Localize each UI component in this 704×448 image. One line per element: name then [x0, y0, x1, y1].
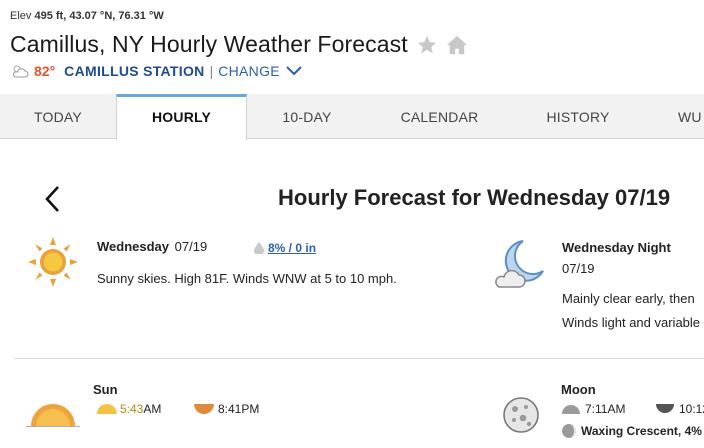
change-station-button[interactable]: CHANGE [218, 63, 302, 79]
tab-wu[interactable]: WU [678, 94, 704, 139]
sunset-icon [194, 404, 214, 414]
forecast-tabs: TODAY HOURLY 10-DAY CALENDAR HISTORY WU [0, 94, 704, 140]
sunrise-time: 5:43 [120, 402, 144, 416]
moonrise: 7:11AM [561, 402, 625, 416]
partly-cloudy-icon [10, 63, 30, 79]
favorite-star-icon[interactable] [416, 34, 438, 56]
moonset-time: 10:12 [679, 402, 704, 416]
sunrise-icon [97, 404, 117, 414]
home-icon[interactable] [446, 35, 468, 55]
sunny-icon [27, 236, 79, 293]
day-date: 07/19 [174, 239, 208, 254]
tab-10-day[interactable]: 10-DAY [247, 94, 367, 139]
station-name[interactable]: CAMILLUS STATION [64, 63, 204, 79]
tab-history[interactable]: HISTORY [512, 94, 644, 139]
moon-label: Moon [561, 382, 596, 397]
tab-calendar[interactable]: CALENDAR [367, 94, 512, 139]
night-description-line1: Mainly clear early, then [562, 291, 695, 306]
moonrise-icon [562, 405, 580, 414]
night-clear-moon-icon [491, 237, 547, 296]
moon-phase: Waxing Crescent, 4% [561, 423, 702, 439]
sunset: 8:41PM [194, 402, 259, 416]
tab-today[interactable]: TODAY [0, 94, 116, 139]
section-divider [14, 358, 704, 359]
current-temperature: 82° [34, 63, 56, 79]
moon-phase-text: Waxing Crescent, 4% [581, 424, 702, 438]
sunrise: 5:43 AM [96, 402, 161, 416]
sun-label: Sun [93, 382, 118, 397]
forecast-heading: Hourly Forecast for Wednesday 07/19 [278, 185, 671, 210]
page-title: Camillus, NY Hourly Weather Forecast [10, 31, 408, 57]
tab-hourly[interactable]: HOURLY [116, 94, 247, 140]
sunrise-ampm: AM [143, 402, 162, 416]
day-description: Sunny skies. High 81F. Winds WNW at 5 to… [97, 271, 397, 286]
night-description-line2: Winds light and variable [562, 315, 701, 330]
day-summary-title: Wednesday 07/19 [97, 239, 207, 254]
chevron-left-icon [45, 186, 59, 212]
moonrise-time: 7:11AM [585, 402, 626, 416]
night-date: 07/19 [562, 261, 595, 276]
waxing-crescent-icon [562, 424, 576, 438]
precipitation: 8% / 0 in [254, 241, 316, 255]
elevation-coordinates: Elev 495 ft, 43.07 °N, 76.31 °W [10, 10, 164, 22]
station-row: 82° CAMILLUS STATION | CHANGE [10, 63, 302, 79]
page-title-row: Camillus, NY Hourly Weather Forecast [10, 31, 468, 58]
sunset-time: 8:41PM [218, 402, 260, 416]
moonset-icon [656, 404, 674, 413]
station-separator: | [209, 63, 214, 79]
day-name: Wednesday [97, 239, 170, 254]
night-title: Wednesday Night [562, 240, 671, 255]
moonset: 10:12 [655, 402, 704, 416]
previous-day-button[interactable] [42, 184, 62, 219]
sun-horizon-icon [26, 402, 80, 433]
raindrop-icon [254, 242, 264, 254]
moon-icon [502, 396, 540, 439]
chevron-down-icon [286, 66, 302, 76]
precip-link[interactable]: 8% / 0 in [268, 241, 316, 255]
